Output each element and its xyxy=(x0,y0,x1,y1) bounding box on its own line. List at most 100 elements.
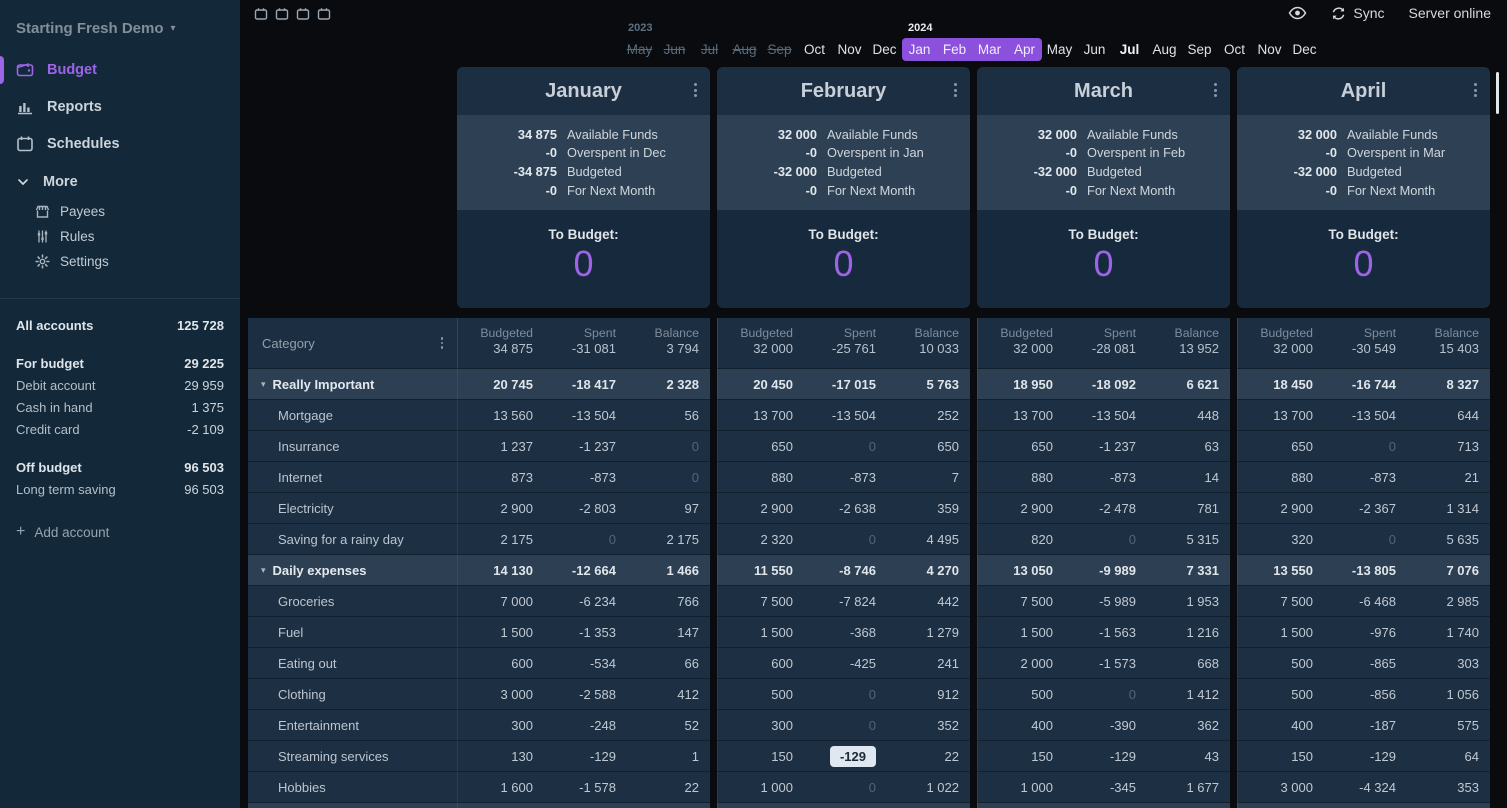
spent-cell[interactable]: -2 367 xyxy=(1321,493,1404,523)
budgeted-cell[interactable]: 500 xyxy=(718,679,801,709)
calendar-view-icon[interactable] xyxy=(254,7,268,21)
spent-cell[interactable]: -873 xyxy=(1061,462,1144,492)
category-name-cell[interactable]: ▾Daily expenses xyxy=(248,554,457,585)
balance-cell[interactable]: 14 xyxy=(1144,462,1230,492)
balance-cell[interactable]: 1 xyxy=(624,741,710,771)
balance-cell[interactable]: 362 xyxy=(1144,710,1230,740)
balance-cell[interactable]: 147 xyxy=(624,617,710,647)
balance-cell[interactable]: 766 xyxy=(624,586,710,616)
balance-cell[interactable]: 1 412 xyxy=(1144,679,1230,709)
spent-cell[interactable]: -16 744 xyxy=(1321,369,1404,399)
balance-cell[interactable]: 650 xyxy=(884,431,970,461)
budgeted-cell[interactable]: 18 950 xyxy=(978,369,1061,399)
balance-cell[interactable]: 912 xyxy=(884,679,970,709)
category-menu-icon[interactable] xyxy=(441,337,444,349)
calendar-view-icon[interactable] xyxy=(275,7,289,21)
budgeted-cell[interactable]: 3 000 xyxy=(458,679,541,709)
budgeted-cell[interactable]: 18 450 xyxy=(1238,369,1321,399)
balance-cell[interactable]: 0 xyxy=(624,431,710,461)
budgeted-cell[interactable]: 7 500 xyxy=(1238,586,1321,616)
timeline-month[interactable]: Jul xyxy=(1112,38,1147,61)
budgeted-cell[interactable]: 2 320 xyxy=(718,524,801,554)
balance-cell[interactable]: 8 327 xyxy=(1404,369,1490,399)
spent-cell[interactable]: -2 803 xyxy=(541,493,624,523)
spent-cell[interactable]: -1 563 xyxy=(1061,617,1144,647)
balance-cell[interactable]: 575 xyxy=(1404,710,1490,740)
balance-cell[interactable]: 97 xyxy=(624,493,710,523)
budgeted-cell[interactable]: 650 xyxy=(978,431,1061,461)
spent-cell[interactable]: -18 092 xyxy=(1061,369,1144,399)
balance-cell[interactable]: 4 495 xyxy=(884,524,970,554)
to-budget-value[interactable]: 0 xyxy=(833,245,853,283)
budgeted-cell[interactable]: 1 500 xyxy=(1238,617,1321,647)
spent-cell[interactable]: -865 xyxy=(1321,648,1404,678)
spent-cell[interactable]: -129 xyxy=(541,741,624,771)
budgeted-cell[interactable]: 2 175 xyxy=(458,524,541,554)
balance-cell[interactable]: 21 xyxy=(1404,462,1490,492)
budgeted-cell[interactable]: 7 500 xyxy=(718,586,801,616)
balance-cell[interactable]: 0 xyxy=(624,462,710,492)
month-menu-icon[interactable] xyxy=(1474,83,1477,97)
spent-cell[interactable]: -5 989 xyxy=(1061,586,1144,616)
calendar-view-icon[interactable] xyxy=(317,7,331,21)
spent-cell[interactable]: -248 xyxy=(541,710,624,740)
spent-cell[interactable]: -1 353 xyxy=(541,617,624,647)
budgeted-cell[interactable]: 2 900 xyxy=(718,493,801,523)
off-budget-row[interactable]: Off budget 96 503 xyxy=(16,456,224,478)
budgeted-cell[interactable]: 320 xyxy=(1238,524,1321,554)
category-name-cell[interactable]: Streaming services xyxy=(248,740,457,771)
budgeted-cell[interactable]: 1 237 xyxy=(458,431,541,461)
balance-cell[interactable]: 1 740 xyxy=(1404,617,1490,647)
timeline-month[interactable]: Mar xyxy=(972,38,1007,61)
timeline-month[interactable]: Oct xyxy=(797,38,832,61)
balance-cell[interactable]: 252 xyxy=(884,400,970,430)
category-name-cell[interactable]: Fuel xyxy=(248,616,457,647)
balance-cell[interactable]: 5 635 xyxy=(1404,524,1490,554)
balance-cell[interactable]: 1 022 xyxy=(884,772,970,802)
account-row-cash[interactable]: Cash in hand 1 375 xyxy=(16,396,224,418)
balance-cell[interactable]: 7 076 xyxy=(1404,555,1490,585)
spent-cell[interactable]: -2 588 xyxy=(541,679,624,709)
spent-cell[interactable]: -13 504 xyxy=(1061,400,1144,430)
collapse-triangle-icon[interactable]: ▾ xyxy=(261,565,266,576)
privacy-eye-icon[interactable] xyxy=(1288,6,1307,20)
budget-file-switcher[interactable]: Starting Fresh Demo ▾ xyxy=(16,20,224,37)
month-menu-icon[interactable] xyxy=(1214,83,1217,97)
timeline-month[interactable]: Jun xyxy=(1077,38,1112,61)
category-name-cell[interactable]: Saving for a rainy day xyxy=(248,523,457,554)
spent-cell[interactable]: 0 xyxy=(801,431,884,461)
account-row-credit[interactable]: Credit card -2 109 xyxy=(16,418,224,440)
sidebar-item-payees[interactable]: Payees xyxy=(0,199,240,224)
month-menu-icon[interactable] xyxy=(694,83,697,97)
spent-cell[interactable]: -1 237 xyxy=(541,431,624,461)
spent-cell[interactable]: -13 504 xyxy=(801,400,884,430)
balance-cell[interactable]: 1 314 xyxy=(1404,493,1490,523)
budgeted-cell[interactable]: 880 xyxy=(978,462,1061,492)
budgeted-cell[interactable]: 13 700 xyxy=(1238,400,1321,430)
timeline-month[interactable]: Feb xyxy=(937,38,972,61)
balance-cell[interactable]: 52 xyxy=(624,710,710,740)
budgeted-cell[interactable]: 1 000 xyxy=(978,772,1061,802)
budgeted-cell[interactable]: 1 600 xyxy=(458,772,541,802)
balance-cell[interactable]: 7 xyxy=(884,462,970,492)
spent-cell[interactable]: -129 xyxy=(801,741,884,771)
collapse-triangle-icon[interactable]: ▾ xyxy=(261,379,266,390)
budgeted-cell[interactable]: 600 xyxy=(718,648,801,678)
calendar-view-icon[interactable] xyxy=(296,7,310,21)
spent-cell[interactable]: -129 xyxy=(1061,741,1144,771)
all-accounts-row[interactable]: All accounts 125 728 xyxy=(16,314,224,336)
category-name-cell[interactable]: Insurrance xyxy=(248,430,457,461)
spent-cell[interactable]: 0 xyxy=(1321,431,1404,461)
balance-cell[interactable]: 1 466 xyxy=(624,555,710,585)
budgeted-cell[interactable]: 500 xyxy=(978,679,1061,709)
balance-cell[interactable]: 1 056 xyxy=(1404,679,1490,709)
balance-cell[interactable]: 1 216 xyxy=(1144,617,1230,647)
balance-cell[interactable]: 2 175 xyxy=(624,524,710,554)
balance-cell[interactable]: 22 xyxy=(884,741,970,771)
budgeted-cell[interactable]: 13 050 xyxy=(978,555,1061,585)
budgeted-cell[interactable]: 300 xyxy=(718,710,801,740)
budgeted-cell[interactable]: 2 900 xyxy=(1238,493,1321,523)
spent-cell[interactable]: 0 xyxy=(801,710,884,740)
budgeted-cell[interactable]: 13 700 xyxy=(978,400,1061,430)
for-budget-row[interactable]: For budget 29 225 xyxy=(16,352,224,374)
